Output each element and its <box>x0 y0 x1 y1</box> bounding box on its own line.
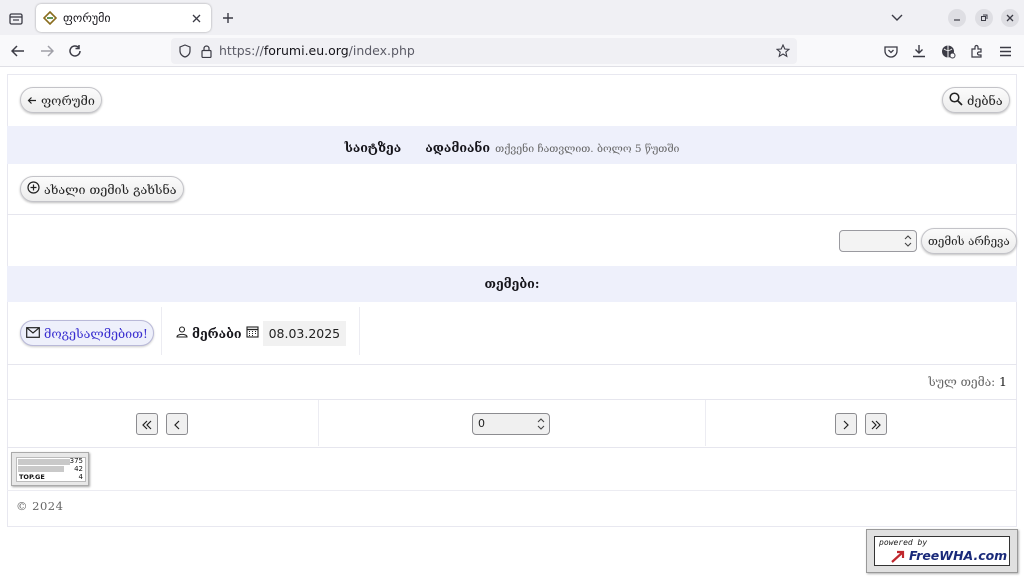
tab-title: ფორუმი <box>63 11 111 25</box>
envelope-icon <box>26 326 40 341</box>
url-host: forumi.eu.org <box>263 43 349 58</box>
double-chevron-right-icon <box>870 415 882 434</box>
tab-list-icon[interactable] <box>6 8 26 28</box>
topic-select[interactable] <box>839 230 917 252</box>
next-page-button[interactable] <box>835 413 857 435</box>
account-globe-icon[interactable] <box>938 41 958 61</box>
powered-by-badge[interactable]: powered by FreeWHA.com <box>866 529 1018 573</box>
url-path: /index.php <box>348 43 415 58</box>
topic-date: 08.03.2025 <box>262 320 347 346</box>
online-info-band: საიტზეა ადამიანი თქვენი ჩათვლით. ბოლო 5 … <box>7 126 1017 164</box>
online-label: საიტზეა <box>344 140 402 155</box>
pocket-icon[interactable] <box>881 41 901 61</box>
topic-title: მოგესალმებით! <box>44 325 148 341</box>
chevron-down-icon[interactable] <box>888 9 906 27</box>
new-topic-label: ახალი თემის გახსნა <box>44 181 177 197</box>
counter-bar <box>18 466 64 472</box>
badge-panel: powered by FreeWHA.com <box>874 536 1010 566</box>
browser-tab[interactable]: ფორუმი <box>36 4 211 32</box>
close-tab-icon[interactable] <box>187 9 205 27</box>
counter-value: 42 <box>74 465 83 473</box>
copyright: © 2024 <box>16 499 64 513</box>
close-window-icon[interactable] <box>1001 9 1019 27</box>
counter-value: 4 <box>78 473 83 481</box>
spinner-arrows-icon <box>904 234 912 248</box>
topic-meta: მერაბი 08.03.2025 <box>176 320 347 346</box>
topic-author[interactable]: მერაბი <box>192 326 242 341</box>
total-topics-count: 1 <box>999 374 1007 389</box>
divider <box>7 447 1017 448</box>
browser-nav-bar: https://forumi.eu.org/index.php <box>0 35 1024 67</box>
spinner-arrows-icon <box>537 417 545 431</box>
footer <box>7 490 1017 522</box>
left-arrow-icon <box>27 93 37 108</box>
online-info: საიტზეა ადამიანი თქვენი ჩათვლით. ბოლო 5 … <box>7 137 1017 156</box>
download-icon[interactable] <box>909 41 929 61</box>
choose-topic-label: თემის არჩევა <box>928 234 1010 248</box>
divider <box>7 364 1017 365</box>
plus-circle-icon <box>27 181 40 197</box>
choose-topic-button[interactable]: თემის არჩევა <box>921 228 1017 254</box>
url-scheme: https:// <box>219 43 264 58</box>
cell-divider <box>161 307 162 355</box>
divider <box>7 214 1017 215</box>
url-text[interactable]: https://forumi.eu.org/index.php <box>219 43 415 58</box>
tracking-shield-icon[interactable] <box>177 43 193 59</box>
topic-link[interactable]: მოგესალმებით! <box>20 320 154 346</box>
counter-bar <box>18 459 70 465</box>
online-note: თქვენი ჩათვლით. ბოლო 5 წუთში <box>495 143 680 155</box>
minimize-icon[interactable] <box>948 9 966 27</box>
pager-cell-left <box>7 400 319 446</box>
counter-value: 375 <box>69 457 83 465</box>
chevron-left-icon <box>173 415 181 434</box>
topics-heading: თემები: <box>484 276 540 291</box>
counter-logo: TOP.GE <box>19 473 45 481</box>
forum-favicon-icon <box>43 11 57 25</box>
forward-arrow-icon[interactable] <box>37 41 57 61</box>
page-content: ფორუმი ძებნა საიტზეა ადამიანი თქვენი ჩათ… <box>0 67 1024 580</box>
back-to-forum-label: ფორუმი <box>41 92 95 108</box>
bookmark-star-icon[interactable] <box>774 42 792 60</box>
badge-powered-by: powered by <box>879 538 928 547</box>
menu-hamburger-icon[interactable] <box>995 41 1015 61</box>
last-page-button[interactable] <box>865 413 887 435</box>
new-topic-button[interactable]: ახალი თემის გახსნა <box>20 176 184 202</box>
top-ge-counter[interactable]: 375 42 4 TOP.GE <box>11 452 89 486</box>
restore-icon[interactable] <box>975 9 993 27</box>
reload-icon[interactable] <box>65 41 85 61</box>
search-icon <box>949 91 963 109</box>
topics-heading-band: თემები: <box>7 266 1017 302</box>
online-users: ადამიანი <box>425 140 491 155</box>
browser-tab-bar: ფორუმი <box>0 0 1024 35</box>
previous-page-button[interactable] <box>166 413 188 435</box>
new-tab-plus-icon[interactable] <box>219 9 237 27</box>
total-topics-label: სულ თემა: <box>928 375 996 389</box>
page-number-select[interactable]: 0 <box>472 413 550 435</box>
back-to-forum-button[interactable]: ფორუმი <box>20 87 102 113</box>
chevron-right-icon <box>842 415 850 434</box>
search-button[interactable]: ძებნა <box>942 87 1010 113</box>
url-bar[interactable]: https://forumi.eu.org/index.php <box>171 38 797 64</box>
lock-icon[interactable] <box>198 43 214 59</box>
user-icon <box>176 325 188 341</box>
double-chevron-left-icon <box>141 415 153 434</box>
back-arrow-icon[interactable] <box>8 41 28 61</box>
total-topics: სულ თემა: 1 <box>928 374 1007 389</box>
page-number-value: 0 <box>478 417 485 430</box>
extensions-puzzle-icon[interactable] <box>967 41 987 61</box>
search-label: ძებნა <box>967 92 1003 108</box>
counter-panel: 375 42 4 TOP.GE <box>16 457 86 482</box>
first-page-button[interactable] <box>136 413 158 435</box>
badge-brand: FreeWHA.com <box>909 548 1008 563</box>
cell-divider <box>359 307 360 355</box>
badge-arrow-icon <box>891 550 905 563</box>
calendar-icon <box>246 325 259 341</box>
